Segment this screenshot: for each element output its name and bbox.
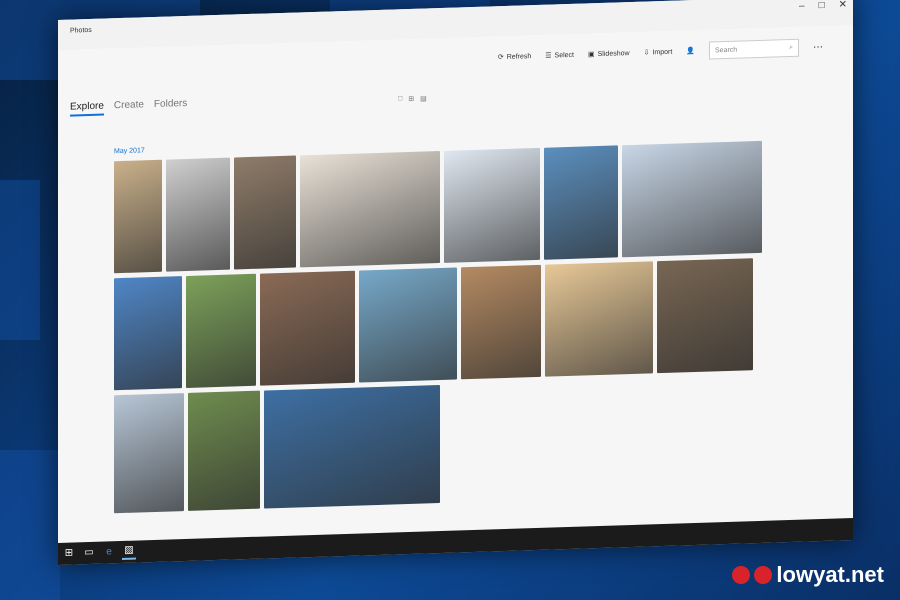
refresh-label: Refresh bbox=[506, 52, 532, 61]
edge-browser-icon[interactable]: e bbox=[102, 545, 116, 559]
account-button[interactable]: 👤 bbox=[686, 47, 695, 55]
view-toggles: □ ⊞ ▤ bbox=[398, 94, 427, 103]
task-view-icon[interactable]: ▭ bbox=[82, 546, 96, 560]
select-icon: ☰ bbox=[545, 52, 552, 60]
photo-thumbnail[interactable] bbox=[461, 264, 541, 380]
taskbar: ⊞ ▭ e ▨ bbox=[58, 518, 853, 565]
photo-grid bbox=[114, 140, 764, 518]
lowyat-logo-icon bbox=[732, 566, 751, 584]
photo-thumbnail[interactable] bbox=[544, 145, 618, 260]
slideshow-icon: ▣ bbox=[588, 51, 595, 59]
tab-bar: Explore Create Folders bbox=[70, 98, 187, 117]
view-small-icon[interactable]: ▤ bbox=[420, 94, 427, 102]
search-icon: ⌕ bbox=[789, 43, 793, 52]
watermark-text: lowyat.net bbox=[776, 562, 884, 587]
minimize-icon[interactable]: – bbox=[799, 1, 805, 12]
toolbar: ⟳ Refresh ☰ Select ▣ Slideshow ⇩ Import 👤 Se… bbox=[498, 38, 823, 66]
photo-thumbnail[interactable] bbox=[166, 157, 230, 272]
select-label: Select bbox=[554, 51, 575, 59]
photo-thumbnail[interactable] bbox=[234, 155, 296, 270]
month-heading: May 2017 bbox=[114, 147, 145, 156]
photo-thumbnail[interactable] bbox=[300, 150, 440, 268]
photo-thumbnail[interactable] bbox=[114, 159, 162, 274]
window-controls: – □ ✕ bbox=[799, 0, 847, 12]
photo-thumbnail[interactable] bbox=[260, 270, 355, 386]
maximize-icon[interactable]: □ bbox=[819, 0, 825, 11]
tab-explore[interactable]: Explore bbox=[70, 100, 104, 117]
photo-thumbnail[interactable] bbox=[444, 147, 540, 263]
photo-thumbnail[interactable] bbox=[657, 258, 753, 374]
select-button[interactable]: ☰ Select bbox=[545, 51, 575, 60]
tab-create[interactable]: Create bbox=[114, 99, 144, 115]
import-label: Import bbox=[652, 48, 673, 56]
photo-thumbnail[interactable] bbox=[264, 384, 440, 509]
close-icon[interactable]: ✕ bbox=[839, 0, 847, 10]
view-grid-icon[interactable]: ⊞ bbox=[408, 95, 414, 103]
windows-start-icon[interactable]: ⊞ bbox=[62, 546, 76, 560]
more-icon[interactable]: ⋯ bbox=[813, 41, 823, 52]
tab-folders[interactable]: Folders bbox=[154, 98, 187, 114]
photo-thumbnail[interactable] bbox=[359, 267, 457, 383]
photo-thumbnail[interactable] bbox=[186, 273, 256, 388]
lowyat-logo-icon bbox=[754, 566, 773, 584]
photo-thumbnail[interactable] bbox=[188, 390, 260, 511]
import-button[interactable]: ⇩ Import bbox=[643, 48, 673, 57]
refresh-icon: ⟳ bbox=[497, 53, 504, 62]
slideshow-label: Slideshow bbox=[597, 49, 630, 58]
photo-thumbnail[interactable] bbox=[622, 140, 762, 258]
photos-app-window: Photos – □ ✕ ⟳ Refresh ☰ Select ▣ Slideshow… bbox=[58, 0, 853, 566]
refresh-button[interactable]: ⟳ Refresh bbox=[497, 52, 532, 62]
view-large-icon[interactable]: □ bbox=[398, 95, 402, 103]
person-icon: 👤 bbox=[686, 47, 695, 56]
photos-app-icon[interactable]: ▨ bbox=[122, 543, 136, 560]
photo-thumbnail[interactable] bbox=[545, 261, 653, 377]
search-input[interactable]: Search ⌕ bbox=[709, 38, 799, 60]
search-placeholder: Search bbox=[715, 46, 738, 54]
watermark: lowyat.net bbox=[732, 562, 884, 588]
photo-thumbnail[interactable] bbox=[114, 276, 182, 391]
photo-thumbnail[interactable] bbox=[114, 393, 184, 514]
slideshow-button[interactable]: ▣ Slideshow bbox=[588, 49, 630, 59]
app-title: Photos bbox=[70, 26, 92, 35]
import-icon: ⇩ bbox=[643, 49, 650, 57]
